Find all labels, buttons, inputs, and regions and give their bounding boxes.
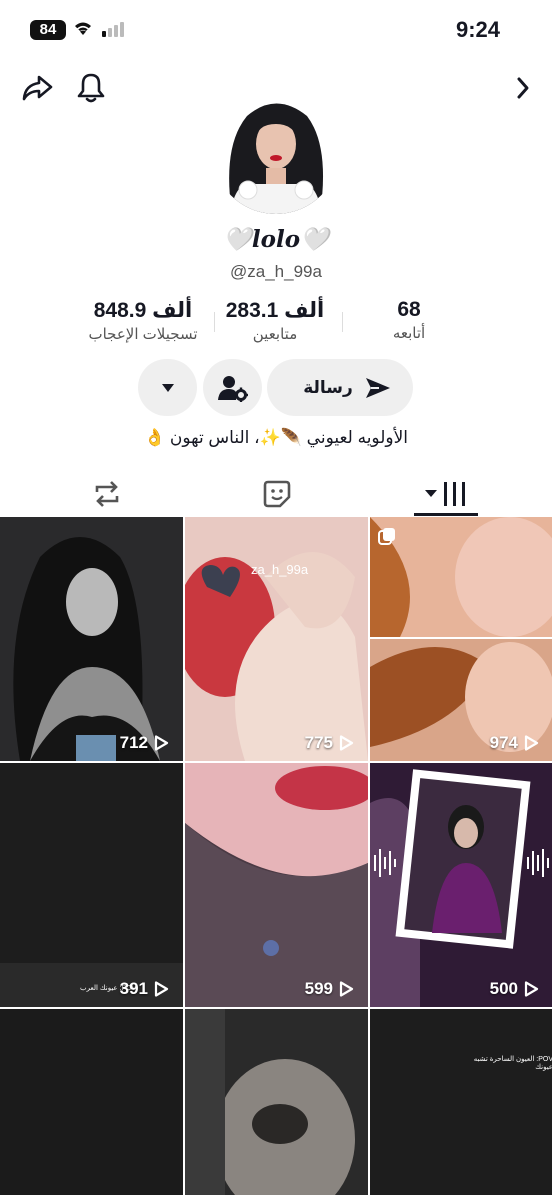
display-name: 🤍lolo🤍	[223, 226, 329, 253]
stat-likes: 848.9 ألف تسجيلات الإعجاب	[78, 298, 208, 343]
tab-reposts[interactable]	[82, 472, 132, 516]
tab-videos[interactable]	[414, 472, 478, 516]
dropdown-triangle-icon	[161, 383, 174, 392]
stat-following-label: أتابعه	[392, 325, 426, 342]
active-tab-indicator	[414, 513, 478, 516]
video-tile[interactable]: POV: العيون الساحرة تشبه عيونك	[370, 1009, 552, 1195]
video-thumbnail	[185, 1009, 368, 1195]
video-thumbnail	[370, 763, 552, 1007]
video-thumbnail	[370, 517, 552, 761]
video-thumbnail	[185, 763, 368, 1007]
video-tile[interactable]	[185, 1009, 368, 1195]
video-thumbnail	[0, 1009, 183, 1195]
bell-icon[interactable]	[73, 70, 109, 106]
play-icon	[339, 981, 354, 997]
view-count: 974	[490, 733, 539, 753]
play-icon	[154, 981, 169, 997]
view-count: 391	[120, 979, 169, 999]
tab-favorites[interactable]	[252, 472, 302, 516]
profile-bio: الأولويه لعيوني 🪶✨، الناس تهون 👌	[143, 428, 409, 447]
stat-followers-value: 283.1 ألف	[225, 299, 325, 322]
video-caption: POV: العيون الساحرة تشبه عيونك	[473, 1056, 552, 1071]
person-settings-icon	[217, 375, 248, 402]
sticker-icon	[263, 480, 291, 508]
send-icon	[365, 377, 390, 398]
wifi-icon	[75, 22, 91, 35]
video-tile[interactable]: 712	[0, 517, 183, 761]
clock: 9:24	[455, 17, 500, 42]
play-icon	[339, 735, 354, 751]
stat-likes-label: تسجيلات الإعجاب	[88, 326, 198, 343]
stat-following-value: 68	[397, 298, 421, 321]
message-button-label: رسالة	[303, 377, 353, 397]
video-tile[interactable]: 500	[370, 763, 552, 1007]
video-thumbnail	[370, 1009, 552, 1195]
play-icon	[154, 735, 169, 751]
view-count: 500	[490, 979, 539, 999]
video-tile[interactable]: za_h_99a 775	[185, 517, 368, 761]
view-count: 775	[305, 733, 354, 753]
battery-indicator: 84	[30, 20, 66, 40]
video-thumbnail	[0, 763, 183, 1007]
multi-clip-icon	[378, 528, 395, 545]
view-count: 599	[305, 979, 354, 999]
person-settings-button[interactable]	[203, 359, 262, 416]
stat-followers-label: متابعين	[252, 326, 298, 343]
stat-likes-value: 848.9 ألف	[93, 299, 193, 322]
stat-following[interactable]: 68 أتابعه	[370, 298, 448, 342]
signal-icon	[102, 22, 124, 37]
play-icon	[524, 981, 539, 997]
dropdown-triangle-icon	[425, 490, 437, 497]
repost-icon	[95, 481, 119, 507]
video-tile[interactable]: 599	[185, 763, 368, 1007]
stat-divider	[214, 312, 215, 332]
video-tile[interactable]	[0, 1009, 183, 1195]
video-tile[interactable]: POV: عيونك العرب 391	[0, 763, 183, 1007]
grid-icon	[444, 482, 465, 506]
video-thumbnail	[185, 517, 368, 761]
chevron-right-icon[interactable]	[505, 70, 541, 106]
video-thumbnail	[0, 517, 183, 761]
play-icon	[524, 735, 539, 751]
username-handle: @za_h_99a	[230, 262, 322, 281]
video-tile[interactable]: 974	[370, 517, 552, 761]
share-icon[interactable]	[19, 70, 55, 106]
stat-followers[interactable]: 283.1 ألف متابعين	[218, 298, 332, 343]
avatar[interactable]	[212, 86, 340, 214]
message-button[interactable]: رسالة	[267, 359, 413, 416]
video-watermark: za_h_99a	[251, 562, 309, 577]
status-bar: 84 9:24	[0, 0, 552, 60]
stat-divider	[342, 312, 343, 332]
dropdown-button[interactable]	[138, 359, 197, 416]
view-count: 712	[120, 733, 169, 753]
